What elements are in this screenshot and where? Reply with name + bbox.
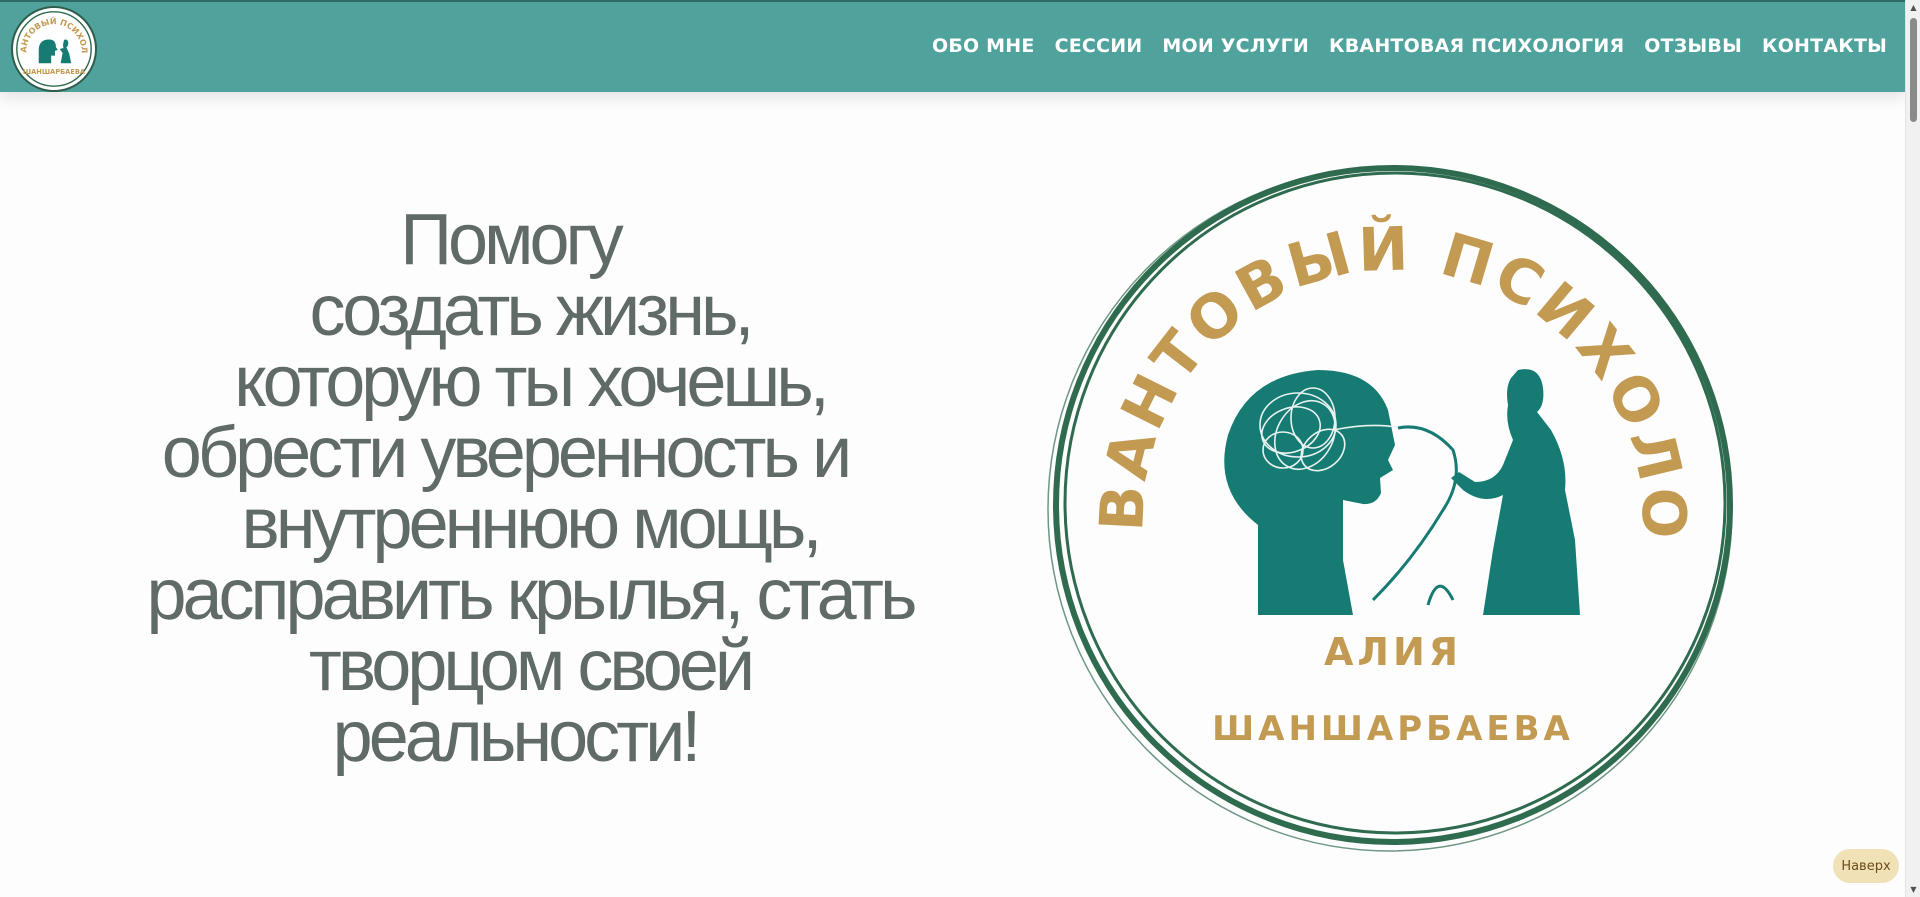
hero-line: которую ты хочешь, (234, 342, 829, 422)
site-header: КВАНТОВЫЙ ПСИХОЛОГ ШАНШАРБАЕВА ОБО МНЕ С… (0, 0, 1905, 92)
nav-contacts[interactable]: КОНТАКТЫ (1762, 35, 1887, 57)
woman-silhouette-icon (1451, 369, 1580, 615)
logo-caption: ШАНШАРБАЕВА (23, 68, 86, 76)
nav-quantum-psychology[interactable]: КВАНТОВАЯ ПСИХОЛОГИЯ (1329, 35, 1624, 57)
nav-services[interactable]: МОИ УСЛУГИ (1162, 35, 1309, 57)
hero-line: обрести уверенность и (161, 413, 852, 493)
hero-line: творцом своей (308, 626, 755, 706)
hero-headline: Помогу создать жизнь, которую ты хочешь,… (120, 200, 940, 777)
logo-emblem-icon: КВАНТОВЫЙ ПСИХОЛОГ ШАНШАРБАЕВА (13, 8, 92, 87)
head-silhouette-icon (1224, 370, 1395, 615)
scroll-up-arrow-icon[interactable]: ▲ (1906, 0, 1920, 15)
site-logo[interactable]: КВАНТОВЫЙ ПСИХОЛОГ ШАНШАРБАЕВА (11, 6, 97, 92)
hero-line: реальности! (332, 697, 702, 777)
main-nav: ОБО МНЕ СЕССИИ МОИ УСЛУГИ КВАНТОВАЯ ПСИХ… (932, 2, 1887, 90)
scroll-down-arrow-icon[interactable]: ▼ (1906, 882, 1920, 897)
back-to-top-button[interactable]: Наверх (1833, 849, 1899, 883)
quantum-psychologist-emblem: КВАНТОВЫЙ ПСИХОЛОГ АЛИЯ ШАНШАРБАЕВА (1043, 160, 1733, 852)
scrollbar-thumb[interactable] (1910, 18, 1917, 122)
emblem-first-name: АЛИЯ (1324, 630, 1462, 674)
hero-emblem: КВАНТОВЫЙ ПСИХОЛОГ АЛИЯ ШАНШАРБАЕВА (1043, 160, 1743, 860)
hero-line: создать жизнь, (309, 271, 754, 351)
nav-reviews[interactable]: ОТЗЫВЫ (1644, 35, 1742, 57)
emblem-last-name: ШАНШАРБАЕВА (1212, 709, 1574, 749)
hero-line: внутреннюю мощь, (241, 484, 823, 564)
page-scrollbar[interactable]: ▲ ▼ (1905, 0, 1920, 897)
hero-line: Помогу (400, 200, 624, 280)
nav-about[interactable]: ОБО МНЕ (932, 35, 1035, 57)
nav-sessions[interactable]: СЕССИИ (1055, 35, 1143, 57)
hero-line: расправить крылья, стать (146, 555, 917, 635)
